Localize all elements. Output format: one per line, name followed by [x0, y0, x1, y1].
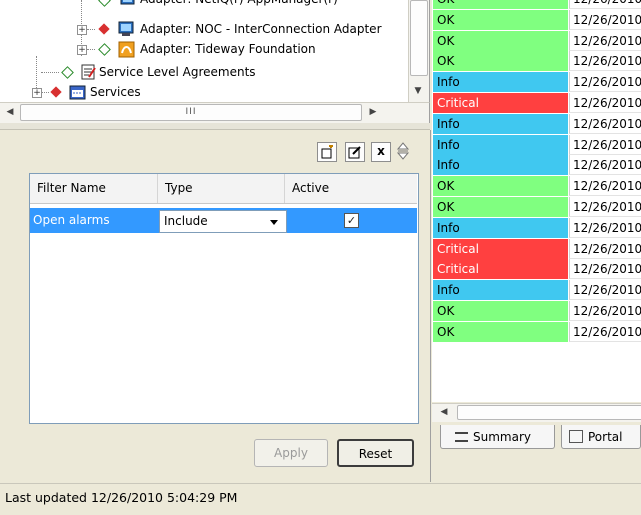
- severity-cell[interactable]: Critical: [433, 239, 568, 259]
- summary-icon: [455, 431, 468, 442]
- status-diamond-icon: [98, 43, 111, 56]
- tab-portal[interactable]: Portal: [561, 425, 641, 449]
- date-cell[interactable]: 12/26/2010: [569, 135, 641, 155]
- severity-cell[interactable]: Info: [433, 218, 568, 238]
- filter-name-cell[interactable]: Open alarms: [33, 208, 110, 233]
- adapter-icon: [120, 0, 136, 13]
- scroll-down-arrow-icon[interactable]: ▼: [410, 83, 426, 99]
- date-cell[interactable]: 12/26/2010: [569, 155, 641, 175]
- scroll-grip-icon: III: [185, 107, 197, 117]
- tree-item-sla[interactable]: Service Level Agreements: [0, 62, 408, 82]
- filter-type-select[interactable]: Include: [159, 210, 287, 233]
- delete-filter-button[interactable]: x: [371, 142, 391, 162]
- new-filter-icon: [321, 144, 333, 159]
- tab-label: Summary: [473, 430, 531, 444]
- active-checkbox[interactable]: ✓: [344, 213, 359, 228]
- status-diamond-icon: [98, 0, 111, 7]
- date-cell[interactable]: 12/26/2010: [569, 0, 641, 9]
- status-diamond-icon: [50, 86, 62, 98]
- date-cell[interactable]: 12/26/2010: [569, 10, 641, 30]
- severity-cell[interactable]: OK: [433, 10, 568, 30]
- severity-cell[interactable]: Info: [433, 114, 568, 134]
- move-filter-button[interactable]: [396, 141, 410, 161]
- date-cell[interactable]: 12/26/2010: [569, 280, 641, 300]
- filter-type-value: Include: [164, 214, 208, 228]
- tab-summary[interactable]: Summary: [440, 425, 555, 449]
- severity-cell[interactable]: OK: [433, 176, 568, 196]
- edit-filter-button[interactable]: [345, 142, 365, 162]
- scroll-left-arrow-icon[interactable]: ◀: [2, 104, 18, 120]
- date-cell[interactable]: 12/26/2010: [569, 239, 641, 259]
- grid-horizontal-scroll-thumb[interactable]: [457, 405, 641, 420]
- dropdown-arrow-icon: [270, 220, 278, 225]
- tree-item-netiq[interactable]: Adapter: NetIQ(r) AppManager(r): [0, 0, 408, 9]
- tree-horizontal-scroll-thumb[interactable]: III: [20, 104, 362, 121]
- severity-cell[interactable]: OK: [433, 0, 568, 9]
- severity-cell[interactable]: Info: [433, 135, 568, 155]
- date-cell[interactable]: 12/26/2010: [569, 176, 641, 196]
- status-diamond-icon: [61, 66, 74, 79]
- date-cell[interactable]: 12/26/2010: [569, 218, 641, 238]
- tree-item-noc-adapter[interactable]: + Adapter: NOC - InterConnection Adapter: [0, 19, 408, 39]
- services-icon: [69, 84, 87, 102]
- severity-cell[interactable]: Critical: [433, 93, 568, 113]
- pane-splitter[interactable]: [0, 123, 430, 130]
- severity-cell[interactable]: Info: [433, 72, 568, 92]
- scroll-right-arrow-icon[interactable]: ▶: [365, 104, 381, 120]
- status-diamond-icon: [98, 23, 110, 35]
- tree-view[interactable]: Adapter: NetIQ(r) AppManager(r) + Adapte…: [0, 0, 430, 102]
- column-header-active[interactable]: Active: [285, 174, 417, 203]
- move-up-down-icon: [396, 142, 410, 160]
- severity-cell[interactable]: OK: [433, 51, 568, 71]
- tree-item-label: Adapter: NOC - InterConnection Adapter: [140, 22, 382, 36]
- date-cell[interactable]: 12/26/2010: [569, 301, 641, 321]
- new-filter-button[interactable]: [317, 142, 337, 162]
- severity-cell[interactable]: Info: [433, 155, 568, 175]
- tree-item-label: Adapter: Tideway Foundation: [140, 42, 316, 56]
- severity-cell[interactable]: OK: [433, 322, 568, 342]
- severity-cell[interactable]: Info: [433, 280, 568, 300]
- tree-item-label: Services: [90, 85, 141, 99]
- date-cell[interactable]: 12/26/2010: [569, 114, 641, 134]
- tideway-icon: [118, 41, 135, 64]
- expand-icon[interactable]: +: [77, 25, 87, 35]
- tree-item-services[interactable]: + Services: [0, 82, 408, 102]
- date-cell[interactable]: 12/26/2010: [569, 322, 641, 342]
- status-text: Last updated 12/26/2010 5:04:29 PM: [5, 490, 238, 505]
- reset-button[interactable]: Reset: [337, 439, 414, 467]
- date-cell[interactable]: 12/26/2010: [569, 31, 641, 51]
- delete-icon: x: [377, 144, 385, 158]
- apply-button[interactable]: Apply: [254, 439, 328, 467]
- severity-cell[interactable]: OK: [433, 301, 568, 321]
- scroll-left-arrow-icon[interactable]: ◀: [437, 405, 451, 419]
- date-cell[interactable]: 12/26/2010: [569, 259, 641, 279]
- tree-vertical-scroll-thumb[interactable]: [410, 0, 428, 76]
- date-cell[interactable]: 12/26/2010: [569, 51, 641, 71]
- severity-cell[interactable]: OK: [433, 31, 568, 51]
- tab-label: Portal: [588, 430, 623, 444]
- date-cell[interactable]: 12/26/2010: [569, 72, 641, 92]
- severity-cell[interactable]: OK: [433, 197, 568, 217]
- expand-icon[interactable]: +: [77, 45, 87, 55]
- column-header-type[interactable]: Type: [158, 174, 285, 203]
- tree-item-label: Adapter: NetIQ(r) AppManager(r): [140, 0, 338, 9]
- tree-item-tideway[interactable]: + Adapter: Tideway Foundation: [0, 39, 408, 59]
- column-header-filter-name[interactable]: Filter Name: [30, 174, 158, 203]
- date-cell[interactable]: 12/26/2010: [569, 197, 641, 217]
- tree-item-label: Service Level Agreements: [99, 65, 256, 79]
- expand-icon[interactable]: +: [32, 88, 42, 98]
- portal-icon: [569, 430, 583, 443]
- severity-cell[interactable]: Critical: [433, 259, 568, 279]
- edit-filter-icon: [348, 146, 361, 159]
- date-cell[interactable]: 12/26/2010: [569, 93, 641, 113]
